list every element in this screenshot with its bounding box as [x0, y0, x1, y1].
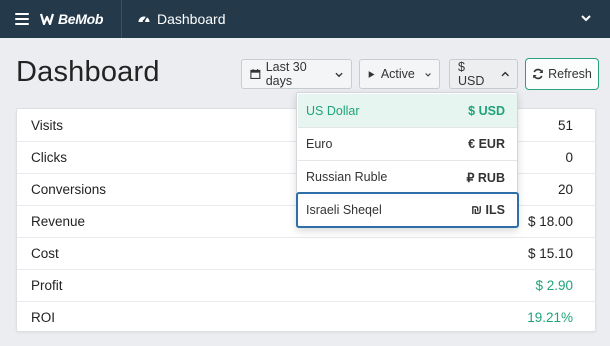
stat-value: 20	[557, 182, 573, 197]
stat-value: 0	[565, 150, 573, 165]
status-filter-button[interactable]: Active	[359, 59, 440, 89]
play-icon	[368, 70, 375, 78]
page-title: Dashboard	[16, 56, 160, 88]
chevron-down-icon[interactable]	[580, 12, 592, 24]
currency-dropdown-menu: US Dollar $ USD Euro € EUR Russian Ruble…	[296, 92, 519, 228]
stat-label: Profit	[31, 278, 63, 293]
status-filter-label: Active	[380, 67, 415, 81]
currency-select-label: $ USD	[458, 60, 485, 88]
stat-label: Visits	[31, 117, 64, 133]
currency-option-usd[interactable]: US Dollar $ USD	[298, 94, 517, 127]
menu-icon[interactable]	[15, 13, 29, 25]
currency-option-code: ₪ ILS	[471, 203, 505, 217]
stat-row-profit: Profit $ 2.90	[17, 269, 597, 301]
stat-row-cost: Cost $ 15.10	[17, 237, 597, 269]
stat-value: 51	[557, 117, 573, 133]
refresh-label: Refresh	[548, 67, 592, 81]
nav-dashboard[interactable]: Dashboard	[137, 0, 226, 38]
currency-option-name: Russian Ruble	[306, 170, 388, 184]
top-bar: BeMob Dashboard	[0, 0, 610, 38]
currency-option-eur[interactable]: Euro € EUR	[298, 127, 517, 160]
brand-name: BeMob	[58, 11, 104, 27]
currency-select-button[interactable]: $ USD	[449, 59, 518, 89]
calendar-icon	[250, 69, 261, 79]
nav-dashboard-label: Dashboard	[157, 11, 226, 27]
stat-value: 19.21%	[527, 310, 573, 325]
stat-value: $ 2.90	[535, 278, 573, 293]
currency-option-code: ₽ RUB	[466, 170, 505, 185]
currency-option-name: Israeli Sheqel	[306, 203, 382, 217]
stat-label: ROI	[31, 310, 56, 325]
topbar-divider	[121, 0, 122, 38]
date-range-label: Last 30 days	[265, 60, 307, 88]
stat-row-roi: ROI 19.21%	[17, 301, 597, 333]
date-range-button[interactable]: Last 30 days	[241, 59, 352, 89]
bemob-logo-icon	[40, 13, 55, 25]
chevron-down-icon	[335, 72, 343, 77]
currency-option-code: € EUR	[468, 137, 505, 151]
refresh-icon	[533, 68, 543, 80]
stat-value: $ 15.10	[527, 246, 573, 261]
currency-option-code: $ USD	[468, 103, 505, 118]
currency-option-name: Euro	[306, 137, 333, 151]
stat-label: Clicks	[31, 150, 67, 165]
currency-option-name: US Dollar	[306, 103, 360, 118]
stat-label: Revenue	[31, 214, 86, 229]
stat-label: Conversions	[31, 182, 107, 197]
brand-logo[interactable]: BeMob	[40, 11, 103, 27]
currency-option-rub[interactable]: Russian Ruble ₽ RUB	[298, 160, 517, 193]
stat-value: $ 18.00	[527, 214, 573, 229]
chevron-up-icon	[501, 71, 509, 76]
dashboard-gauge-icon	[138, 16, 150, 23]
refresh-button[interactable]: Refresh	[525, 58, 599, 90]
stat-label: Cost	[31, 246, 59, 261]
currency-option-ils[interactable]: Israeli Sheqel ₪ ILS	[296, 192, 519, 228]
chevron-down-icon	[425, 72, 431, 77]
